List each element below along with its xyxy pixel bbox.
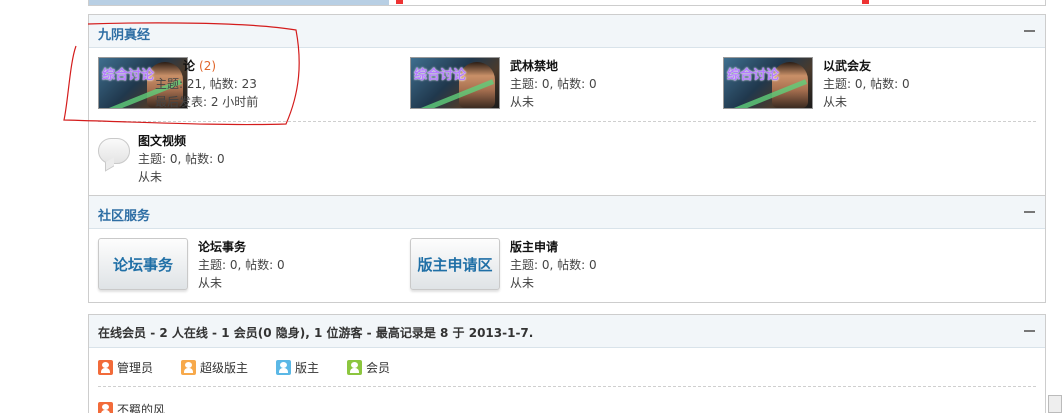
forum-info: 以武会友 主题: 0, 帖数: 0 从未 xyxy=(823,57,910,111)
legend-item-member: 会员 xyxy=(347,359,390,376)
forum-last-post: 从未 xyxy=(823,95,848,109)
moderator-user-icon xyxy=(276,360,292,375)
forum-stats: 主题: 0, 帖数: 0 xyxy=(510,258,597,272)
forum-info: 武林禁地 主题: 0, 帖数: 0 从未 xyxy=(510,57,597,111)
forum-last-post: 从未 xyxy=(510,95,535,109)
collapse-icon[interactable] xyxy=(1024,30,1035,32)
online-header: 在线会员 - 2 人在线 - 1 会员(0 隐身), 1 位游客 - 最高记录是… xyxy=(89,315,1045,348)
forum-name[interactable]: 以武会友 xyxy=(823,57,910,75)
forum-name[interactable]: 论坛事务 xyxy=(198,238,285,256)
forum-item[interactable]: 图文视频 主题: 0, 帖数: 0 从未 xyxy=(98,132,398,192)
row-divider xyxy=(98,386,1036,387)
forum-stats: 主题: 0, 帖数: 0 xyxy=(138,152,225,166)
category-header: 社区服务 xyxy=(89,196,1045,229)
legend-label: 版主 xyxy=(295,361,320,375)
thumbnail-tag: 综合讨论 xyxy=(414,68,467,83)
thumbnail-tag: 综合讨论 xyxy=(727,68,780,83)
forum-thumbnail[interactable]: 综合讨论 xyxy=(410,57,500,109)
member-user-icon xyxy=(347,360,363,375)
today-count: (2) xyxy=(199,59,217,73)
forum-item[interactable]: 论坛事务 论坛事务 主题: 0, 帖数: 0 从未 xyxy=(98,238,398,298)
forum-name[interactable]: 武林禁地 xyxy=(510,57,597,75)
super-moderator-user-icon xyxy=(181,360,197,375)
legend-label: 会员 xyxy=(366,361,391,375)
forum-last-post: 从未 xyxy=(198,276,223,290)
forum-last-post: 从未 xyxy=(510,276,535,290)
forum-item[interactable]: 版主申请区 版主申请 主题: 0, 帖数: 0 从未 xyxy=(410,238,710,298)
legend-item-super-moderator: 超级版主 xyxy=(181,359,248,376)
forum-category-community: 社区服务 论坛事务 论坛事务 主题: 0, 帖数: 0 从未 版主申请区 版主申… xyxy=(88,195,1046,303)
forum-item[interactable]: 综合讨论 论 (2) 主题: 21, 帖数: 23 最后发表: 2 小时前 xyxy=(98,57,398,117)
legend-label: 管理员 xyxy=(117,361,154,375)
legend-item-admin: 管理员 xyxy=(98,359,153,376)
forum-category-jiuyin: 九阴真经 综合讨论 论 (2) 主题: 21, 帖数: 23 最后发表: 2 小时… xyxy=(88,14,1046,196)
thumbnail-tag: 综合讨论 xyxy=(102,68,155,83)
member-legend: 管理员 超级版主 版主 会员 xyxy=(98,359,418,376)
forum-name[interactable]: 图文视频 xyxy=(138,132,225,150)
online-title[interactable]: 在线会员 xyxy=(98,326,146,340)
forum-name[interactable]: 版主申请 xyxy=(510,238,597,256)
forum-info: 论坛事务 主题: 0, 帖数: 0 从未 xyxy=(198,238,285,292)
online-summary: - 2 人在线 - 1 会员(0 隐身), 1 位游客 - 最高记录是 8 于 … xyxy=(146,326,534,340)
forum-info: 图文视频 主题: 0, 帖数: 0 从未 xyxy=(138,132,225,186)
legend-label: 超级版主 xyxy=(200,361,249,375)
forum-thumbnail[interactable]: 论坛事务 xyxy=(98,238,188,290)
previous-panel-banner xyxy=(89,0,389,5)
online-member-item[interactable]: 不羁的风 xyxy=(98,401,165,413)
forum-item[interactable]: 综合讨论 武林禁地 主题: 0, 帖数: 0 从未 xyxy=(410,57,710,117)
forum-stats: 主题: 21, 帖数: 23 xyxy=(155,77,257,91)
online-members-panel: 在线会员 - 2 人在线 - 1 会员(0 隐身), 1 位游客 - 最高记录是… xyxy=(88,314,1046,413)
category-header: 九阴真经 xyxy=(89,15,1045,48)
category-title[interactable]: 社区服务 xyxy=(98,205,150,224)
online-member-name[interactable]: 不羁的风 xyxy=(117,401,165,413)
forum-stats: 主题: 0, 帖数: 0 xyxy=(510,77,597,91)
forum-stats: 主题: 0, 帖数: 0 xyxy=(823,77,910,91)
forum-last-post: 从未 xyxy=(138,170,163,184)
red-marker xyxy=(862,0,869,4)
previous-panel-edge xyxy=(88,0,1046,6)
category-title[interactable]: 九阴真经 xyxy=(98,24,150,43)
speech-bubble-icon[interactable] xyxy=(98,138,130,164)
forum-info: 论 (2) 主题: 21, 帖数: 23 最后发表: 2 小时前 xyxy=(155,57,258,111)
admin-user-icon xyxy=(98,402,113,413)
forum-name[interactable]: 论 xyxy=(183,59,195,73)
online-title-line: 在线会员 - 2 人在线 - 1 会员(0 隐身), 1 位游客 - 最高记录是… xyxy=(98,324,533,341)
row-divider xyxy=(98,121,1036,122)
forum-thumbnail[interactable]: 综合讨论 xyxy=(723,57,813,109)
forum-stats: 主题: 0, 帖数: 0 xyxy=(198,258,285,272)
forum-thumbnail[interactable]: 版主申请区 xyxy=(410,238,500,290)
forum-last-post[interactable]: 最后发表: 2 小时前 xyxy=(155,93,258,111)
collapse-icon[interactable] xyxy=(1024,211,1035,213)
red-marker xyxy=(396,0,403,4)
scrollbar-arrow[interactable] xyxy=(1048,395,1062,413)
collapse-icon[interactable] xyxy=(1024,330,1035,332)
forum-item[interactable]: 综合讨论 以武会友 主题: 0, 帖数: 0 从未 xyxy=(723,57,1023,117)
legend-item-moderator: 版主 xyxy=(276,359,319,376)
forum-info: 版主申请 主题: 0, 帖数: 0 从未 xyxy=(510,238,597,292)
admin-user-icon xyxy=(98,360,113,375)
